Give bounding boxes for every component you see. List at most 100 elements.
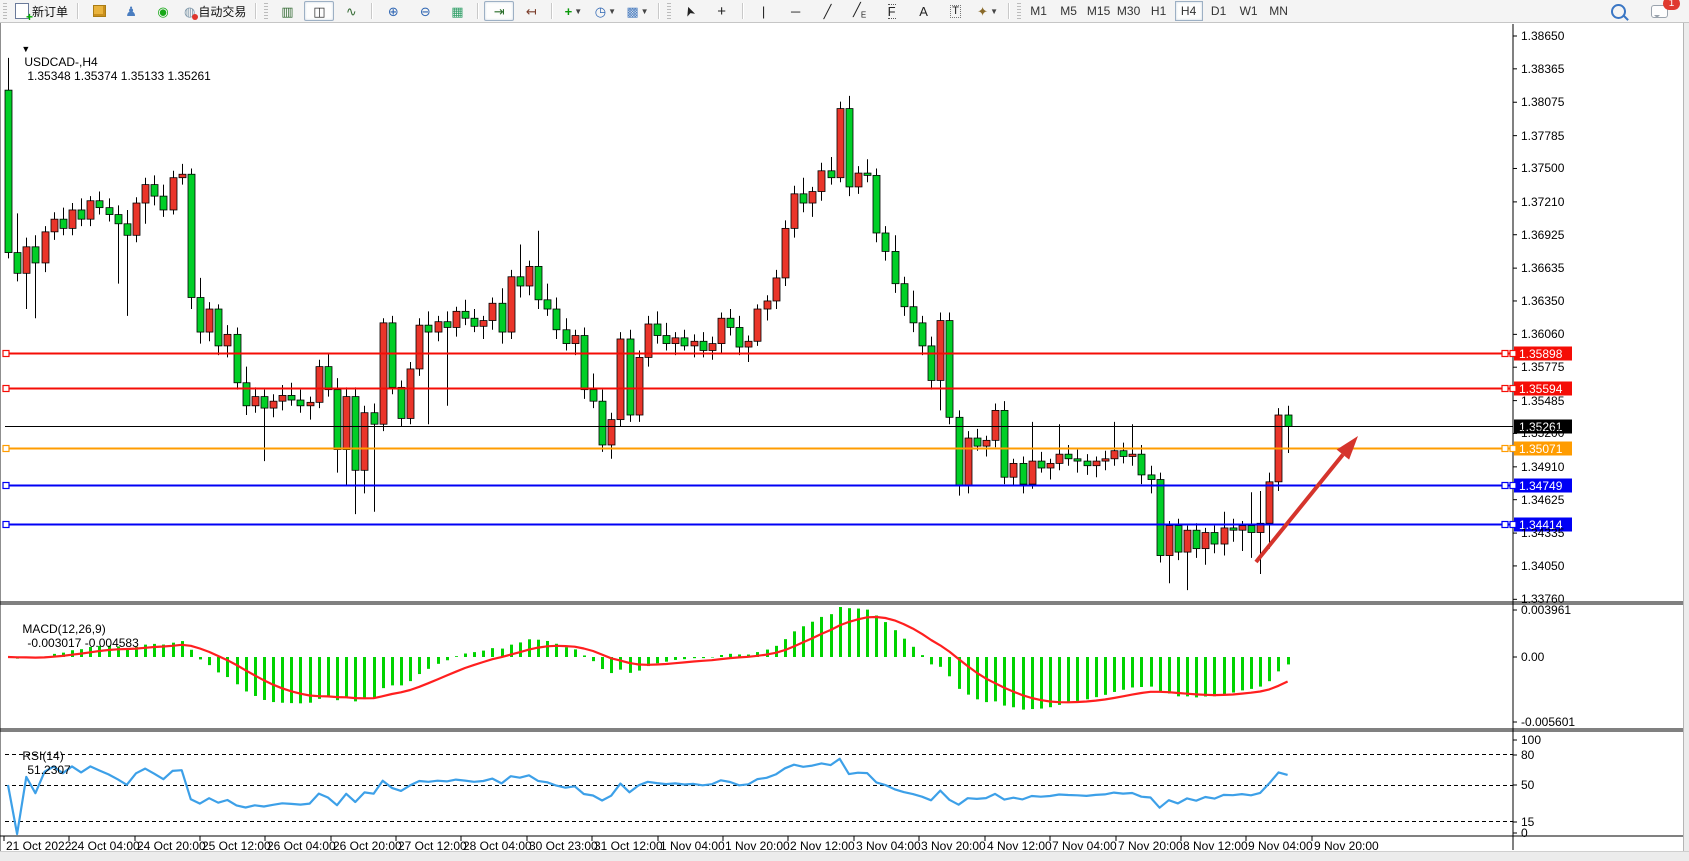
chevron-down-icon: ▼ [641, 7, 649, 16]
horizontal-line-tool-button[interactable]: ─ [781, 1, 811, 21]
timeframe-button-M30[interactable]: M30 [1115, 1, 1143, 21]
cursor-icon: ➤ [682, 4, 698, 19]
resistance-line-1-handle[interactable] [1502, 351, 1508, 357]
rsi-label: RSI(14) 51.2307 [9, 735, 71, 791]
toolbar-separator [658, 3, 660, 19]
symbol-title: USDCAD-,H4 [24, 55, 97, 69]
toolbar-separator [77, 3, 79, 19]
horizontal-line-icon: ─ [791, 5, 800, 18]
macd-axis-label: 0.003961 [1521, 603, 1571, 617]
timeframe-button-W1[interactable]: W1 [1235, 1, 1263, 21]
toolbar-grip [1017, 3, 1021, 19]
text-tool-button[interactable]: A [909, 1, 939, 21]
tile-windows-button[interactable]: ▦ [442, 1, 472, 21]
periods-button[interactable]: ◷▼ [590, 1, 620, 21]
rsi-axis-label: 100 [1521, 733, 1541, 747]
toolbar-grip [264, 3, 268, 19]
channel-icon: ╱E [853, 3, 866, 20]
window-bottom-edge [0, 851, 1689, 861]
templates-button[interactable]: ▩▼ [622, 1, 652, 21]
resistance-line-2-handle[interactable] [3, 386, 9, 392]
timeframe-button-M1[interactable]: M1 [1025, 1, 1053, 21]
support-line-1-handle[interactable] [1502, 483, 1508, 489]
cursor-tool-button[interactable]: ➤ [675, 1, 705, 21]
support-line-1-handle[interactable] [3, 483, 9, 489]
zoom-out-button[interactable]: ⊖ [410, 1, 440, 21]
toolbar-grip [667, 3, 671, 19]
trendline-tool-button[interactable]: ╱ [813, 1, 843, 21]
auto-scroll-button[interactable]: ⇥ [484, 1, 514, 21]
new-order-label: 新订单 [32, 3, 68, 20]
chart-canvas[interactable]: 1.358981.355941.352611.350711.347491.344… [0, 0, 1689, 861]
auto-trading-icon: ◍ [184, 5, 195, 18]
price-axis-label: 1.38365 [1521, 62, 1564, 76]
rsi-axis-label: 80 [1521, 748, 1534, 762]
navigator-button[interactable]: ♟ [116, 1, 146, 21]
timeframe-button-M5[interactable]: M5 [1055, 1, 1083, 21]
notification-badge: 1 [1663, 0, 1680, 10]
new-order-button[interactable]: + 新订单 [11, 1, 72, 21]
zoom-in-icon: ⊕ [388, 5, 399, 18]
text-label-icon: T [950, 5, 961, 18]
resistance-line-1-handle[interactable] [3, 351, 9, 357]
resistance-line-2-handle[interactable] [1502, 386, 1508, 392]
chart-shift-button[interactable]: ↤ [516, 1, 546, 21]
support-line-2-handle[interactable] [3, 522, 9, 528]
price-axis-label: 1.36925 [1521, 228, 1564, 242]
price-axis-label: 1.35775 [1521, 360, 1564, 374]
timeframe-button-MN[interactable]: MN [1265, 1, 1293, 21]
auto-trading-button[interactable]: ◍ 自动交易 [180, 1, 250, 21]
support-line-2-handle[interactable] [1502, 522, 1508, 528]
line-chart-mode-button[interactable]: ∿ [336, 1, 366, 21]
collapse-triangle-icon[interactable]: ▼ [21, 44, 30, 54]
crosshair-tool-button[interactable]: + [707, 1, 737, 21]
price-axis-label: 1.34050 [1521, 559, 1564, 573]
rsi-line [8, 759, 1288, 834]
svg-text:1.34749: 1.34749 [1519, 479, 1563, 493]
timeframe-button-M15[interactable]: M15 [1085, 1, 1113, 21]
toolbar-right-group: 1 [1602, 1, 1675, 21]
price-axis-label: 1.35200 [1521, 426, 1564, 440]
search-button[interactable] [1603, 1, 1633, 21]
timeframe-group: M1M5M15M30H1H4D1W1MN [1024, 1, 1294, 21]
rsi-axis-label: 0 [1521, 826, 1528, 840]
macd-label: MACD(12,26,9) -0.003017 -0.004583 [9, 608, 139, 664]
symbol-ohlc: 1.35348 1.35374 1.35133 1.35261 [27, 69, 211, 83]
notifications-button[interactable]: 1 [1644, 1, 1674, 21]
toolbar-separator [551, 3, 553, 19]
chart-shift-icon: ↤ [526, 5, 537, 18]
timeframe-button-H4[interactable]: H4 [1175, 1, 1203, 21]
text-label-tool-button[interactable]: T [941, 1, 971, 21]
macd-axis-label: 0.00 [1521, 650, 1544, 664]
rsi-name: RSI(14) [22, 749, 63, 763]
toolbar-separator [371, 3, 373, 19]
signal-button[interactable]: ◉ [148, 1, 178, 21]
timeframe-button-H1[interactable]: H1 [1145, 1, 1173, 21]
indicators-button[interactable]: +▼ [558, 1, 588, 21]
fibonacci-tool-button[interactable]: F [877, 1, 907, 21]
text-icon: A [919, 5, 928, 18]
candlestick-mode-button[interactable]: ◫ [304, 1, 334, 21]
vertical-line-tool-button[interactable]: | [749, 1, 779, 21]
shapes-tool-button[interactable]: ✦▼ [973, 1, 1003, 21]
add-indicator-icon: + [565, 5, 573, 18]
clock-icon: ◷ [595, 5, 606, 18]
metaeditor-button[interactable] [84, 1, 114, 21]
fibonacci-icon: F [888, 4, 896, 19]
macd-histogram [9, 607, 1289, 710]
equidistant-channel-tool-button[interactable]: ╱E [845, 1, 875, 21]
template-icon: ▩ [626, 5, 638, 18]
rsi-value: 51.2307 [27, 763, 70, 777]
svg-text:1.35071: 1.35071 [1519, 442, 1563, 456]
pivot-line-handle[interactable] [3, 446, 9, 452]
timeframe-button-D1[interactable]: D1 [1205, 1, 1233, 21]
price-axis-label: 1.37210 [1521, 195, 1564, 209]
bar-chart-icon: ▥ [281, 5, 293, 18]
zoom-in-button[interactable]: ⊕ [378, 1, 408, 21]
toolbar-separator [477, 3, 479, 19]
candlestick-icon: ◫ [313, 5, 325, 18]
line-chart-icon: ∿ [346, 5, 357, 18]
bar-chart-mode-button[interactable]: ▥ [272, 1, 302, 21]
candlestick-series[interactable] [5, 58, 1292, 590]
pivot-line-handle[interactable] [1502, 446, 1508, 452]
